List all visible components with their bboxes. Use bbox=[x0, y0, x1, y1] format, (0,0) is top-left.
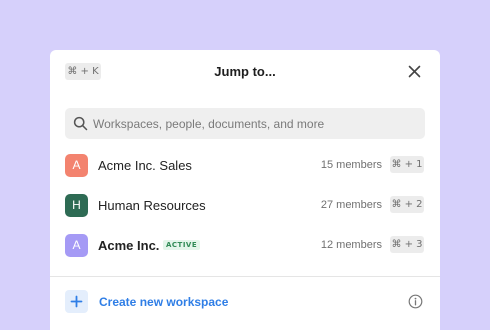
search-bar bbox=[65, 108, 425, 139]
jump-to-dialog: ⌘ + K Jump to... A Acme Inc. Sales 15 me… bbox=[50, 50, 440, 330]
info-button[interactable] bbox=[408, 294, 423, 309]
member-count: 12 members bbox=[320, 239, 382, 251]
close-button[interactable] bbox=[406, 63, 423, 80]
shortcut-hint: ⌘ + 3 bbox=[390, 236, 424, 253]
dialog-title: Jump to... bbox=[214, 64, 276, 79]
workspace-name: Acme Inc. bbox=[98, 238, 160, 253]
search-icon bbox=[73, 116, 88, 131]
info-icon bbox=[408, 294, 423, 309]
shortcut-hint: ⌘ + 1 bbox=[390, 156, 424, 173]
workspace-item-human-resources[interactable]: H Human Resources 27 members ⌘ + 2 bbox=[50, 185, 440, 225]
workspace-item-acme-inc[interactable]: A Acme Inc. ACTIVE 12 members ⌘ + 3 bbox=[50, 225, 440, 265]
workspace-item-acme-sales[interactable]: A Acme Inc. Sales 15 members ⌘ + 1 bbox=[50, 145, 440, 185]
avatar: H bbox=[65, 194, 88, 217]
avatar: A bbox=[65, 234, 88, 257]
divider bbox=[50, 276, 440, 277]
create-workspace-label: Create new workspace bbox=[99, 295, 229, 309]
close-icon bbox=[408, 65, 421, 78]
member-count: 15 members bbox=[320, 159, 382, 171]
plus-icon-wrapper bbox=[65, 290, 88, 313]
create-workspace-button[interactable]: Create new workspace bbox=[50, 286, 440, 318]
avatar: A bbox=[65, 154, 88, 177]
active-badge: ACTIVE bbox=[163, 240, 201, 250]
workspace-name: Acme Inc. Sales bbox=[98, 158, 192, 173]
plus-icon bbox=[70, 295, 83, 308]
workspace-name: Human Resources bbox=[98, 198, 206, 213]
dialog-header: ⌘ + K Jump to... bbox=[50, 50, 440, 94]
shortcut-hint: ⌘ + 2 bbox=[390, 196, 424, 213]
search-input[interactable] bbox=[93, 108, 419, 139]
member-count: 27 members bbox=[320, 199, 382, 211]
